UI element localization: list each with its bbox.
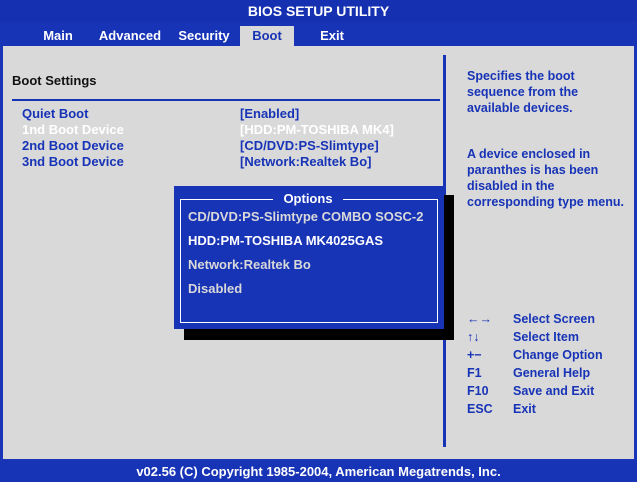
quiet-boot-label: Quiet Boot (22, 106, 89, 121)
plus-minus-key: +− (467, 348, 482, 362)
menu-boot[interactable]: Boot (240, 26, 294, 46)
f10-key: F10 (467, 384, 489, 398)
boot-device-2-label: 2nd Boot Device (22, 138, 124, 153)
key-help-general-help: General Help (513, 366, 591, 380)
boot-device-3-value[interactable]: [Network:Realtek Bo] (240, 154, 371, 170)
esc-key: ESC (467, 402, 493, 416)
options-dialog-title: Options (273, 190, 343, 208)
menu-exit[interactable]: Exit (310, 26, 354, 46)
section-title: Boot Settings (12, 73, 97, 88)
menu-security[interactable]: Security (172, 26, 236, 46)
boot-device-1-value[interactable]: [HDD:PM-TOSHIBA MK4] (240, 122, 394, 138)
option-cddvd[interactable]: CD/DVD:PS-Slimtype COMBO SOSC-2 (188, 208, 423, 226)
boot-device-3-label: 3nd Boot Device (22, 154, 124, 169)
arrows-lr-icon: ←→ (467, 312, 492, 326)
menu-main[interactable]: Main (34, 26, 82, 46)
option-disabled[interactable]: Disabled (188, 280, 242, 298)
key-help-save-exit: Save and Exit (513, 384, 595, 398)
help-disabled-note: A device enclosed in paranthes is has be… (467, 147, 624, 209)
arrows-ud-icon: ↑↓ (467, 330, 480, 344)
section-divider (12, 99, 440, 101)
menu-bar: Main Advanced Security Boot Exit (0, 22, 637, 46)
boot-device-2-value[interactable]: [CD/DVD:PS-Slimtype] (240, 138, 379, 154)
option-hdd[interactable]: HDD:PM-TOSHIBA MK4025GAS (188, 232, 383, 250)
key-help-change-option: Change Option (513, 348, 603, 362)
key-help-exit: Exit (513, 402, 536, 416)
option-network[interactable]: Network:Realtek Bo (188, 256, 311, 274)
quiet-boot-value[interactable]: [Enabled] (240, 106, 299, 122)
window-title: BIOS SETUP UTILITY (0, 0, 637, 22)
boot-device-1-label: 1nd Boot Device (22, 122, 124, 137)
key-help-select-screen: Select Screen (513, 312, 595, 326)
copyright-footer: v02.56 (C) Copyright 1985-2004, American… (0, 461, 637, 482)
menu-advanced[interactable]: Advanced (92, 26, 168, 46)
help-description: Specifies the boot sequence from the ava… (467, 69, 579, 115)
key-help-select-item: Select Item (513, 330, 580, 344)
f1-key: F1 (467, 366, 482, 380)
